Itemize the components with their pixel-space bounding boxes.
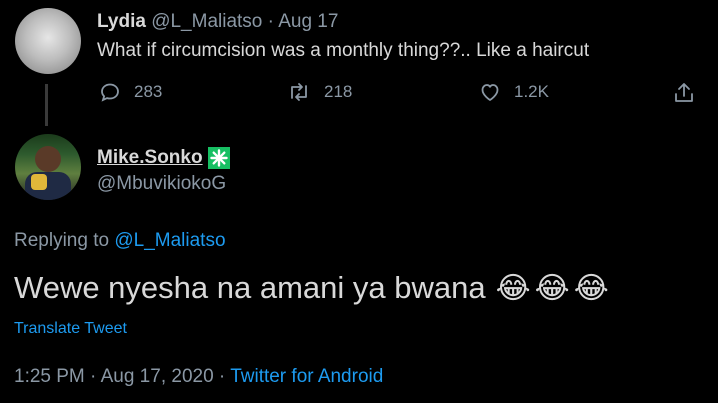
tweet-meta-line: 1:25 PM · Aug 17, 2020 · Twitter for And… xyxy=(14,366,383,388)
reply-count: 283 xyxy=(134,82,163,101)
replying-to-line: Replying to @L_Maliatso xyxy=(14,230,226,252)
tears-of-joy-emoji-icon: 😂 xyxy=(573,270,609,306)
replying-to-handle-link[interactable]: @L_Maliatso xyxy=(114,230,225,251)
retweet-count: 218 xyxy=(324,82,353,101)
mike-sonko-avatar[interactable] xyxy=(15,134,81,200)
original-author-handle[interactable]: @L_Maliatso xyxy=(151,11,262,32)
lydia-avatar[interactable] xyxy=(15,8,81,74)
original-tweet-header: Lydia @L_Maliatso · Aug 17 xyxy=(97,11,338,33)
reply-author-name[interactable]: Mike.Sonko xyxy=(97,147,203,169)
retweet-action[interactable]: 218 xyxy=(286,80,352,104)
original-tweet-date[interactable]: Aug 17 xyxy=(278,11,338,32)
retweet-icon[interactable] xyxy=(286,80,312,104)
reply-author-row: Mike.Sonko xyxy=(97,146,231,170)
tears-of-joy-emoji-icon: 😂 xyxy=(495,270,531,306)
header-separator: · xyxy=(267,11,274,32)
tears-of-joy-emoji-icon: 😂 xyxy=(534,270,570,306)
original-tweet-text: What if circumcision was a monthly thing… xyxy=(97,40,590,61)
original-author-name[interactable]: Lydia xyxy=(97,11,146,32)
heart-icon[interactable] xyxy=(478,80,502,104)
reply-tweet-text: Wewe nyesha na amani ya bwana xyxy=(14,270,486,305)
like-count: 1.2K xyxy=(514,82,549,101)
reply-action[interactable]: 283 xyxy=(98,80,162,104)
thread-connector-line xyxy=(45,84,48,126)
reply-icon[interactable] xyxy=(98,80,122,104)
translate-tweet-link[interactable]: Translate Tweet xyxy=(14,320,127,338)
replying-to-label: Replying to xyxy=(14,230,110,251)
reply-tweet-body: Wewe nyesha na amani ya bwana 😂 😂 😂 xyxy=(14,270,609,306)
reply-author-handle[interactable]: @MbuvikiokoG xyxy=(97,173,226,195)
avatar-face-shape xyxy=(35,146,61,172)
avatar-accent-shape xyxy=(31,174,47,190)
tweet-timestamp[interactable]: 1:25 PM · Aug 17, 2020 · xyxy=(14,366,230,387)
share-icon[interactable] xyxy=(672,80,696,106)
tweet-source-link[interactable]: Twitter for Android xyxy=(230,366,383,387)
green-star-badge-icon xyxy=(207,146,231,170)
share-action[interactable] xyxy=(672,80,696,106)
emoji-group: 😂 😂 😂 xyxy=(496,271,609,306)
like-action[interactable]: 1.2K xyxy=(478,80,549,104)
